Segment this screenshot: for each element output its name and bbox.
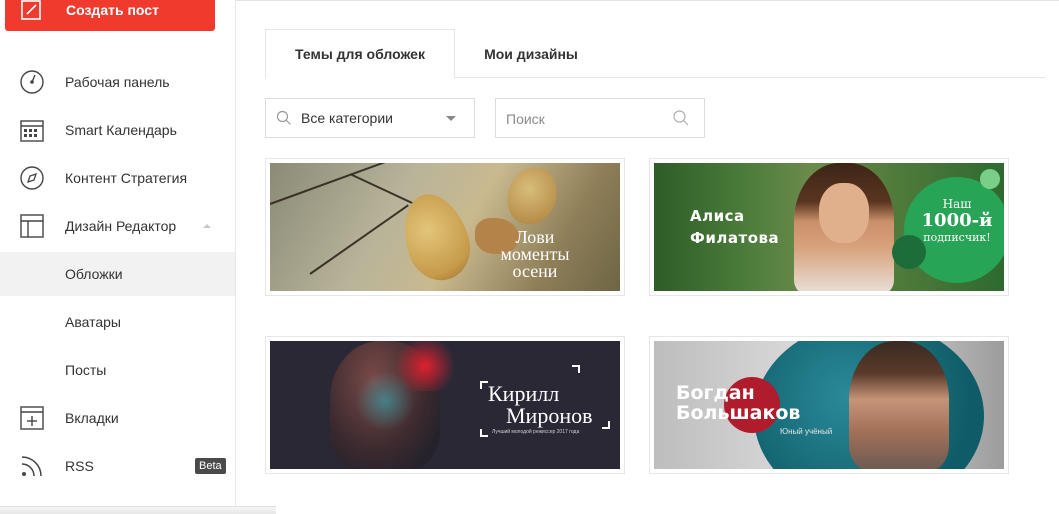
tab-my-designs[interactable]: Мои дизайны [455,29,607,78]
portrait-image [849,341,949,469]
tab-add-icon [18,404,46,432]
cover-template-card[interactable]: Лови моменты осени [265,158,625,296]
cover-template-card[interactable]: Кирилл Миронов Лучший молодой режиссер 2… [265,336,625,474]
layout-icon [18,212,46,240]
cover-badge-text: Наш 1000-й подписчик! [921,197,993,244]
sidebar-item-calendar[interactable]: Smart Календарь [0,108,235,152]
top-divider [236,0,1059,1]
portrait-image [819,183,869,243]
create-post-button[interactable]: Создать пост [5,0,215,31]
sidebar-item-label: RSS [65,458,94,474]
sidebar-item-covers[interactable]: Обложки [0,252,235,296]
sidebar-item-label: Аватары [65,314,121,330]
rss-icon [18,452,46,480]
edit-icon [19,0,43,22]
search-field[interactable] [495,98,705,138]
cover-template-card[interactable]: Богдан Большаков Юный учёный [649,336,1009,474]
sidebar-item-content-strategy[interactable]: Контент Стратегия [0,156,235,200]
sidebar-item-label: Обложки [65,266,123,282]
sidebar-item-posts[interactable]: Посты [0,348,235,392]
calendar-icon [18,116,46,144]
compass-icon [18,164,46,192]
sidebar-item-label: Вкладки [65,410,119,426]
sidebar-item-label: Рабочая панель [65,74,170,90]
beta-badge: Beta [195,458,226,474]
cover-thumbnail: Богдан Большаков Юный учёный [654,341,1004,469]
decoration [270,163,412,205]
sidebar-item-label: Посты [65,362,107,378]
search-icon[interactable] [672,109,690,132]
cover-caption: Лучший молодой режиссер 2017 года [492,429,580,435]
sidebar: Создать пост Рабочая панель Smart Календ… [0,0,236,514]
cover-template-card[interactable]: Алиса Филатова Наш 1000-й подписчик! [649,158,1009,296]
search-icon [276,110,292,131]
category-select-value: Все категории [301,110,393,126]
decoration [480,429,488,437]
cover-text: Лови моменты осени [500,227,570,281]
create-post-label: Создать пост [66,1,159,18]
decoration [309,204,409,275]
dashboard-gauge-icon [18,68,46,96]
chevron-up-icon [203,224,211,228]
cover-name: Алиса Филатова [690,207,780,247]
decoration [980,169,1000,189]
sidebar-item-tabs[interactable]: Вкладки [0,396,235,440]
tab-bar: Темы для обложек Мои дизайны [265,29,1045,79]
decoration [480,381,488,389]
decoration [355,371,415,431]
sidebar-item-label: Контент Стратегия [65,170,188,186]
cover-thumbnail: Алиса Филатова Наш 1000-й подписчик! [654,163,1004,291]
bottom-bar [0,506,276,514]
cover-caption: Юный учёный [780,427,833,436]
sidebar-item-avatars[interactable]: Аватары [0,300,235,344]
cover-thumbnail: Лови моменты осени [270,163,620,291]
sidebar-item-design-editor[interactable]: Дизайн Редактор [0,204,235,248]
cover-name: Богдан Большаков [676,382,801,424]
sidebar-item-dashboard[interactable]: Рабочая панель [0,60,235,104]
tab-cover-themes[interactable]: Темы для обложек [265,29,455,79]
category-select[interactable]: Все категории [265,98,475,138]
chevron-down-icon [446,116,456,121]
sidebar-item-rss[interactable]: RSS Beta [0,444,235,488]
sidebar-item-label: Smart Календарь [65,122,177,138]
decoration [602,421,610,429]
search-input[interactable] [506,109,666,129]
cover-thumbnail: Кирилл Миронов Лучший молодой режиссер 2… [270,341,620,469]
decoration [572,365,580,373]
sidebar-item-label: Дизайн Редактор [65,218,177,234]
cover-name: Кирилл Миронов [488,381,593,428]
